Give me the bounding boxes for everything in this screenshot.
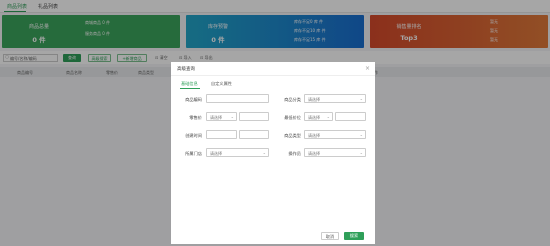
divider (171, 75, 375, 76)
chevron-down-icon: ⌄ (230, 114, 234, 119)
store-label: 所属门店 (185, 151, 202, 156)
tab-basic-info[interactable]: 基础信息 (181, 81, 198, 87)
store-select[interactable]: 请选择 ⌄ (206, 148, 269, 157)
created-time-label: 创建时间 (185, 133, 202, 138)
retail-operator-select[interactable]: 请选择 ⌄ (206, 112, 237, 121)
retail-price-input[interactable] (239, 112, 269, 121)
active-modal-tab-indicator (180, 88, 200, 89)
chevron-down-icon: ⌄ (359, 150, 363, 155)
category-select[interactable]: 请选择 ⌄ (304, 94, 366, 103)
modal-title: 高级查询 (177, 67, 195, 72)
min-price-label: 最低价位 (284, 115, 301, 120)
category-label: 商品分类 (284, 97, 301, 102)
confirm-search-button[interactable]: 搜索 (344, 232, 364, 240)
advanced-search-modal: 高级查询 × 基础信息 自定义属性 商品编码 商品分类 请选择 ⌄ 零售价 请选… (171, 62, 375, 244)
cancel-button[interactable]: 取消 (321, 232, 339, 240)
created-end-input[interactable] (239, 130, 269, 139)
tab-custom-attributes[interactable]: 自定义属性 (211, 81, 232, 87)
min-price-input[interactable] (335, 112, 366, 121)
chevron-down-icon: ⌄ (326, 114, 330, 119)
retail-label: 零售价 (189, 115, 202, 120)
chevron-down-icon: ⌄ (262, 150, 266, 155)
goods-type-select[interactable]: 请选择 ⌄ (304, 130, 366, 139)
operator-select[interactable]: 请选择 ⌄ (304, 148, 366, 157)
code-input[interactable] (206, 94, 269, 103)
min-price-operator-select[interactable]: 请选择 ⌄ (304, 112, 333, 121)
operator-label: 操作员 (288, 151, 301, 156)
close-icon[interactable]: × (365, 65, 370, 72)
chevron-down-icon: ⌄ (359, 132, 363, 137)
goods-type-label: 商品类型 (284, 133, 301, 138)
chevron-down-icon: ⌄ (359, 96, 363, 101)
created-start-input[interactable] (206, 130, 237, 139)
code-label: 商品编码 (185, 97, 202, 102)
